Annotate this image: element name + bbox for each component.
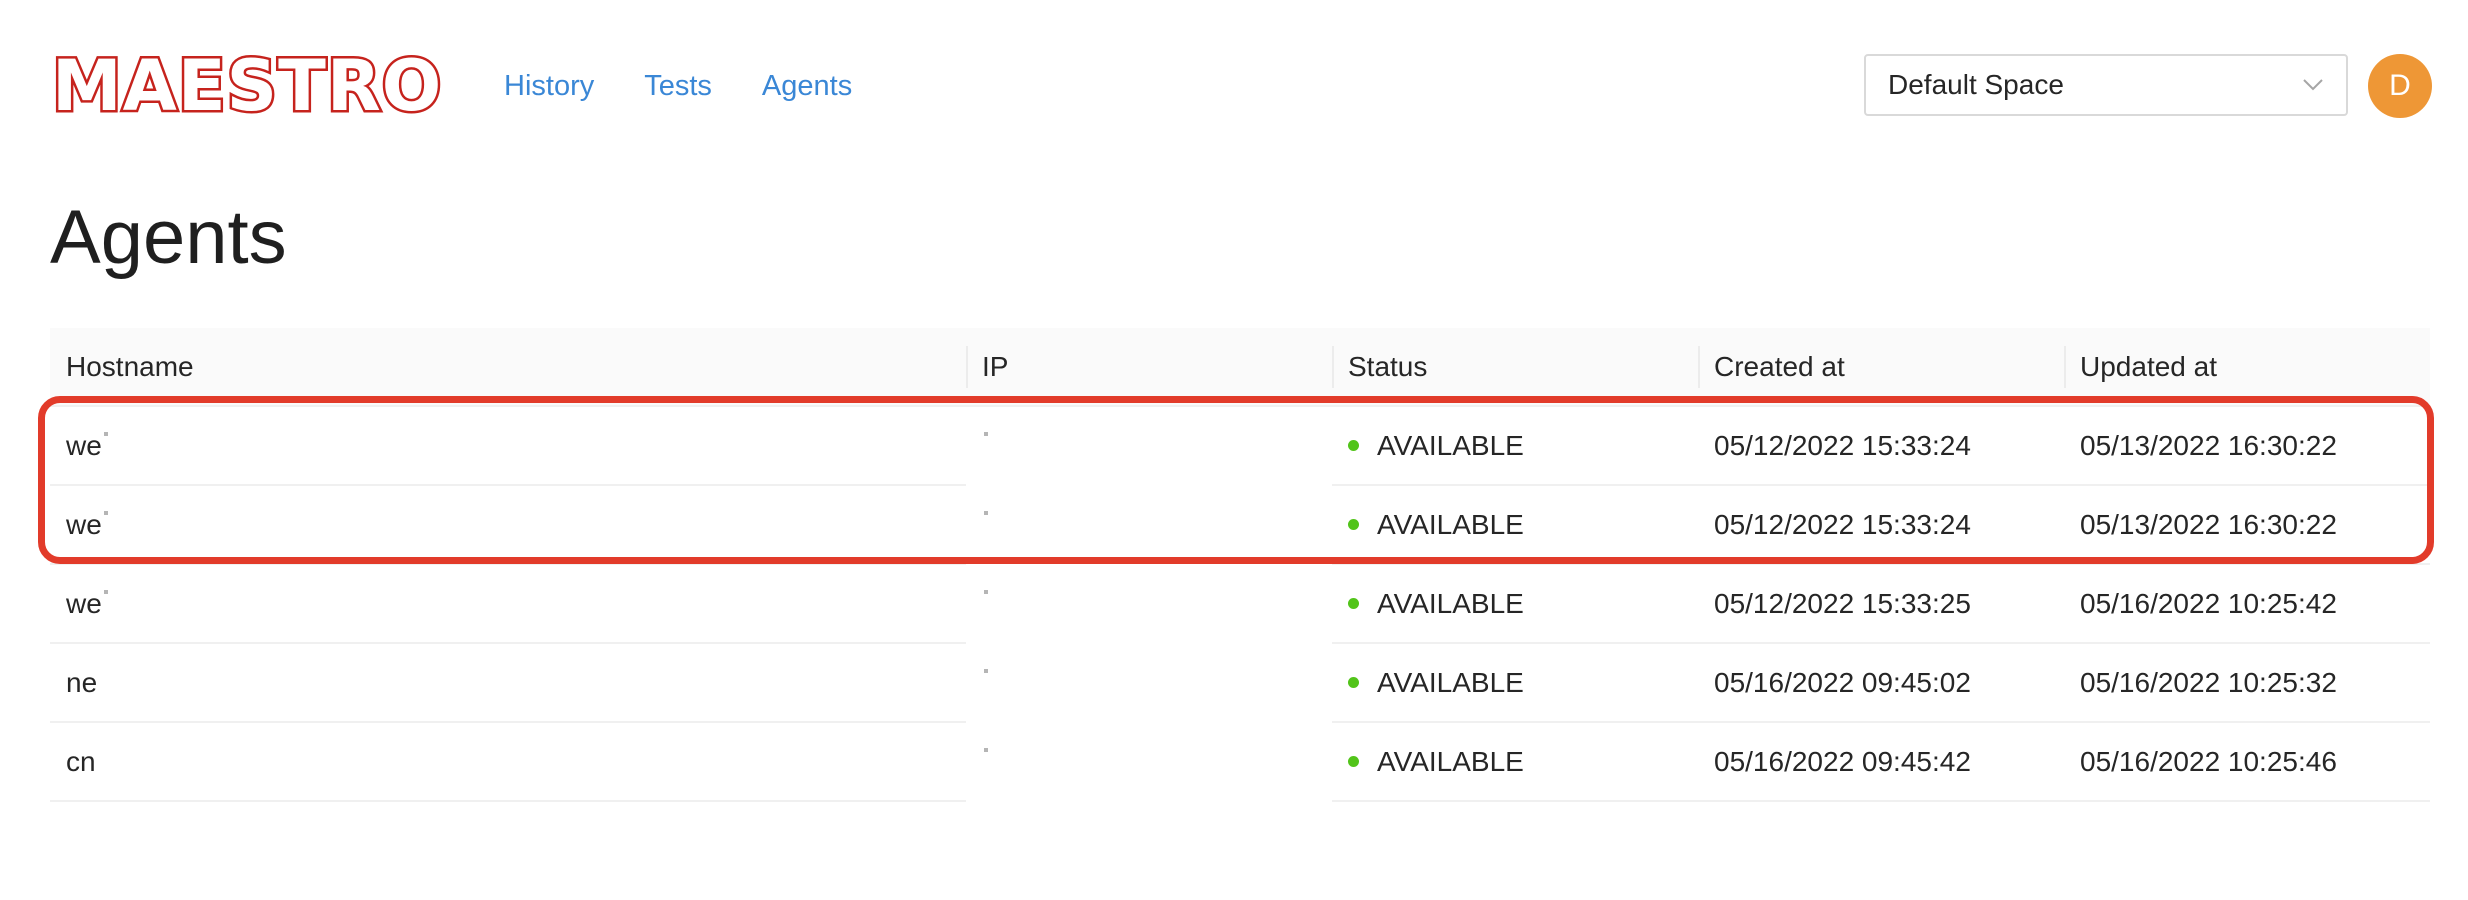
redacted-mark	[984, 431, 988, 436]
status-dot-icon	[1348, 676, 1359, 688]
redacted-mark	[984, 668, 988, 673]
logo-text: MAESTRO	[49, 45, 443, 127]
status-dot-icon	[1348, 597, 1359, 609]
created-cell: 05/12/2022 15:33:24	[1698, 406, 2064, 486]
status-text: AVAILABLE	[1377, 666, 1524, 698]
redacted-mark	[984, 747, 988, 752]
nav-agents[interactable]: Agents	[762, 70, 852, 103]
agents-table-container: Hostname IP Status Created at Updated at…	[50, 328, 2430, 802]
main-nav: History Tests Agents	[504, 46, 852, 126]
maestro-logo[interactable]: MAESTRO	[49, 45, 443, 127]
user-avatar[interactable]: D	[2368, 54, 2432, 118]
hostname-text: we	[66, 508, 102, 540]
ip-cell	[966, 564, 1332, 644]
ip-cell	[966, 406, 1332, 486]
status-cell: AVAILABLE	[1332, 564, 1698, 644]
table-row[interactable]: cn AVAILABLE 05/16/2022 09:45:42 05/16/2…	[50, 722, 2430, 802]
created-cell: 05/16/2022 09:45:02	[1698, 643, 2064, 723]
status-dot-icon	[1348, 755, 1359, 767]
status-text: AVAILABLE	[1377, 745, 1524, 777]
redacted-mark	[984, 510, 988, 515]
status-text: AVAILABLE	[1377, 587, 1524, 619]
hostname-text: we	[66, 587, 102, 619]
nav-history[interactable]: History	[504, 70, 594, 103]
status-text: AVAILABLE	[1377, 429, 1524, 461]
updated-cell: 05/13/2022 16:30:22	[2064, 485, 2430, 565]
status-dot-icon	[1348, 439, 1359, 451]
column-header-hostname[interactable]: Hostname	[50, 328, 966, 407]
hostname-text: cn	[66, 745, 96, 777]
column-header-updated-at[interactable]: Updated at	[2064, 328, 2430, 407]
status-cell: AVAILABLE	[1332, 485, 1698, 565]
ip-cell	[966, 643, 1332, 723]
hostname-text: we	[66, 429, 102, 461]
column-header-ip[interactable]: IP	[966, 328, 1332, 407]
column-header-status[interactable]: Status	[1332, 328, 1698, 407]
space-select[interactable]: Default Space	[1864, 54, 2348, 116]
table-header: Hostname IP Status Created at Updated at	[50, 328, 2430, 407]
hostname-cell: we	[50, 406, 966, 486]
table-row[interactable]: we AVAILABLE 05/12/2022 15:33:24 05/13/2…	[50, 406, 2430, 486]
status-cell: AVAILABLE	[1332, 643, 1698, 723]
updated-cell: 05/16/2022 10:25:46	[2064, 722, 2430, 802]
table-row[interactable]: we AVAILABLE 05/12/2022 15:33:24 05/13/2…	[50, 485, 2430, 565]
updated-cell: 05/13/2022 16:30:22	[2064, 406, 2430, 486]
hostname-cell: we	[50, 485, 966, 565]
avatar-initial: D	[2389, 69, 2411, 102]
hostname-cell: we	[50, 564, 966, 644]
status-cell: AVAILABLE	[1332, 722, 1698, 802]
table-row[interactable]: we AVAILABLE 05/12/2022 15:33:25 05/16/2…	[50, 564, 2430, 644]
ip-cell	[966, 722, 1332, 802]
table-body: we AVAILABLE 05/12/2022 15:33:24 05/13/2…	[50, 406, 2430, 802]
space-select-value: Default Space	[1888, 69, 2064, 100]
redacted-mark	[103, 431, 108, 436]
hostname-text: ne	[66, 666, 98, 698]
updated-cell: 05/16/2022 10:25:32	[2064, 643, 2430, 723]
ip-cell	[966, 485, 1332, 565]
redacted-mark	[103, 589, 108, 594]
updated-cell: 05/16/2022 10:25:42	[2064, 564, 2430, 644]
status-dot-icon	[1348, 518, 1359, 530]
column-header-created-at[interactable]: Created at	[1698, 328, 2064, 407]
redacted-mark	[984, 589, 988, 594]
chevron-down-icon	[2302, 74, 2324, 96]
nav-tests[interactable]: Tests	[644, 70, 712, 103]
hostname-cell: ne	[50, 643, 966, 723]
created-cell: 05/12/2022 15:33:25	[1698, 564, 2064, 644]
agents-table: Hostname IP Status Created at Updated at…	[50, 328, 2430, 802]
created-cell: 05/12/2022 15:33:24	[1698, 485, 2064, 565]
table-row[interactable]: ne AVAILABLE 05/16/2022 09:45:02 05/16/2…	[50, 643, 2430, 723]
redacted-mark	[103, 510, 108, 515]
status-cell: AVAILABLE	[1332, 406, 1698, 486]
page-title: Agents	[50, 195, 287, 280]
created-cell: 05/16/2022 09:45:42	[1698, 722, 2064, 802]
agents-page: MAESTRO History Tests Agents Default Spa…	[0, 0, 2468, 900]
status-text: AVAILABLE	[1377, 508, 1524, 540]
top-header: MAESTRO History Tests Agents Default Spa…	[49, 45, 2432, 127]
hostname-cell: cn	[50, 722, 966, 802]
